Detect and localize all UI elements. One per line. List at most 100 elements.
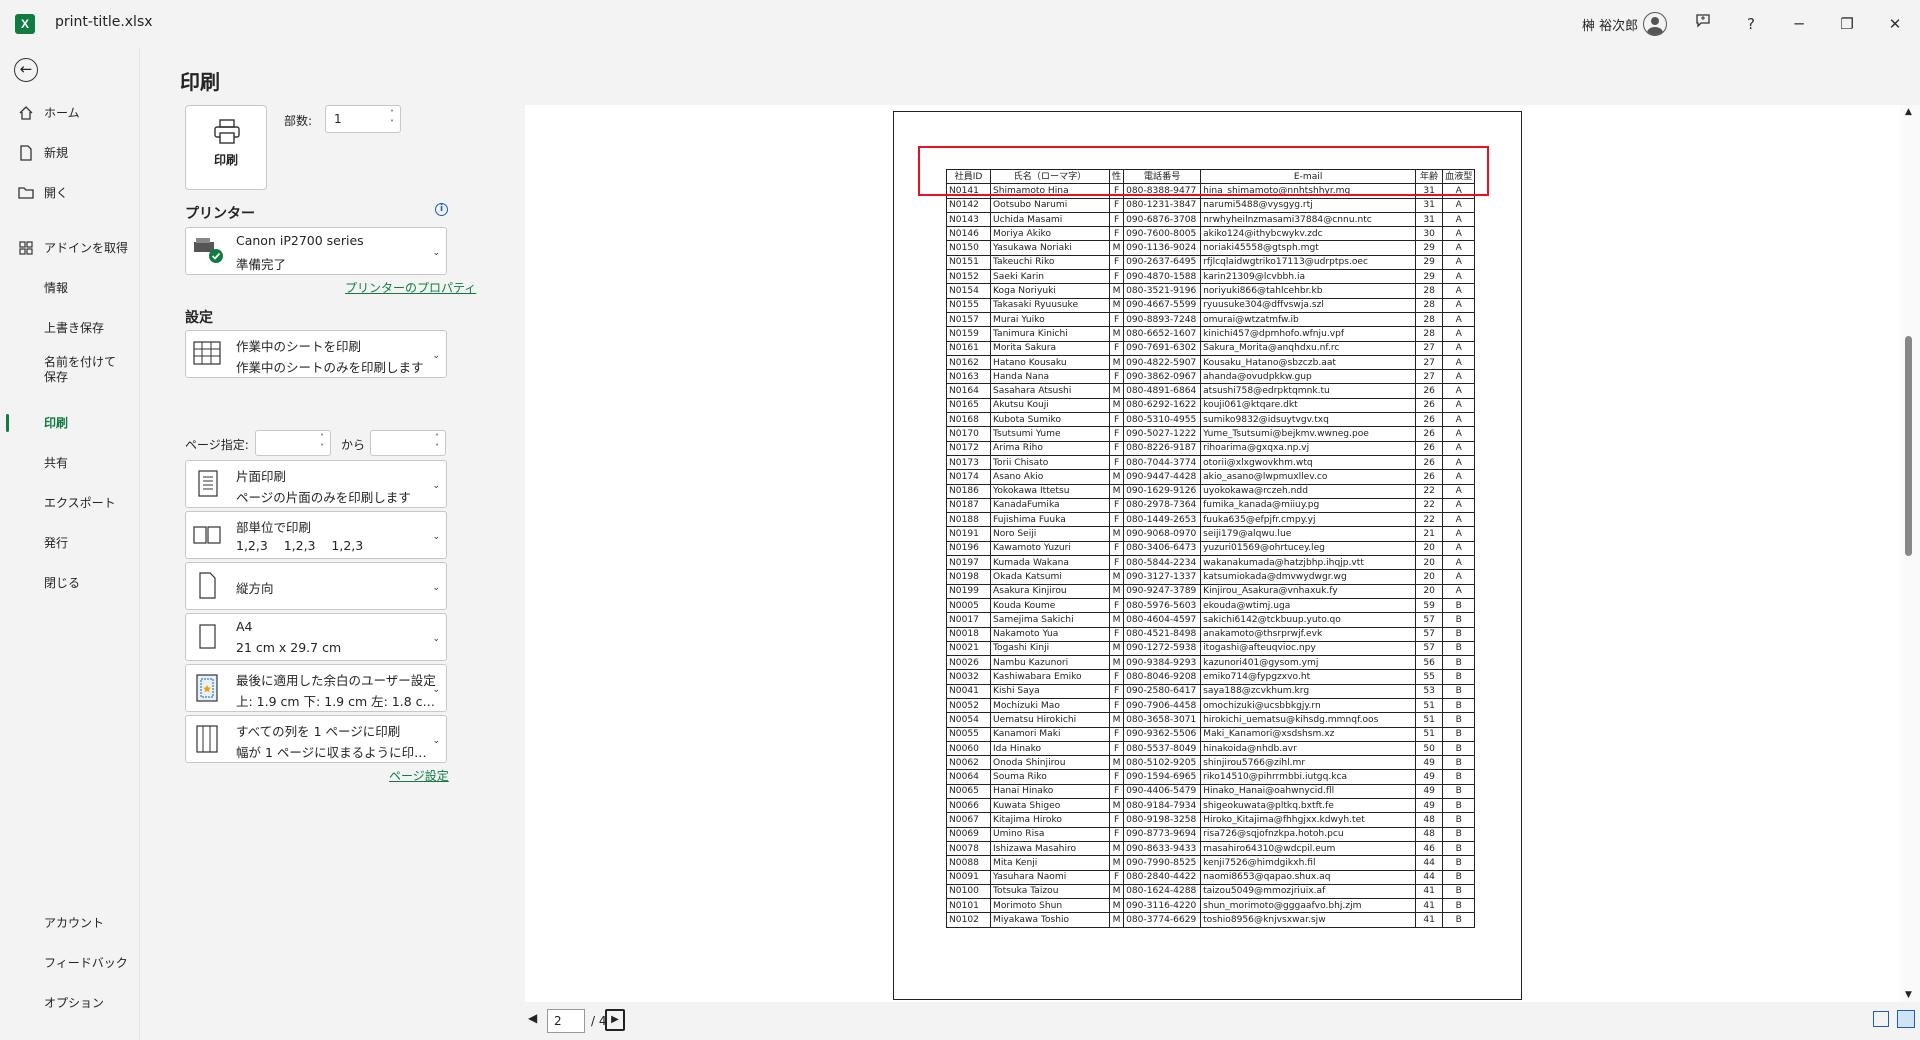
chevron-down-icon: ⌄ (432, 634, 440, 644)
minimize-icon[interactable]: ─ (1785, 10, 1813, 38)
employee-id-cell: N0159 (946, 326, 991, 342)
gender-cell: F (1108, 512, 1125, 528)
avatar[interactable] (1643, 12, 1667, 36)
phone-cell: 080-8046-9208 (1123, 669, 1202, 685)
nav-account[interactable]: アカウント (0, 908, 139, 938)
email-cell: naomi8653@qapao.shux.aq (1200, 869, 1417, 885)
next-page-icon[interactable]: ▶ (605, 1009, 625, 1031)
sides-dropdown[interactable]: 片面印刷 ページの片面のみを印刷します ⌄ (185, 460, 447, 508)
email-cell: rihoarima@gxqxa.np.vj (1200, 440, 1417, 456)
gender-cell: M (1108, 583, 1125, 599)
nav-home[interactable]: ホーム (0, 98, 139, 128)
printer-dropdown[interactable]: Canon iP2700 series 準備完了 ⌄ (185, 227, 447, 275)
name-cell: Uchida Masami (990, 211, 1110, 228)
scroll-up-icon[interactable]: ▲ (1905, 107, 1912, 117)
nav-open[interactable]: 開く (0, 178, 139, 208)
nav-options[interactable]: オプション (0, 988, 139, 1018)
email-cell: hinakoida@nhdb.avr (1200, 740, 1417, 757)
printer-properties-link[interactable]: プリンターのプロパティ (345, 279, 476, 296)
feedback-icon[interactable] (1689, 10, 1717, 38)
gender-cell: M (1108, 397, 1125, 414)
table-row: N0026 Nambu Kazunori M 090-9384-9293 kazunor… (946, 655, 1476, 671)
collation-title: 部単位で印刷 (236, 520, 312, 535)
phone-cell: 090-9447-4428 (1123, 469, 1202, 485)
age-cell: 51 (1415, 712, 1444, 728)
nav-label: 印刷 (44, 416, 69, 430)
age-cell: 22 (1415, 497, 1444, 514)
employee-id-cell: N0199 (946, 583, 991, 599)
nav-label: 上書き保存 (44, 321, 105, 335)
nav-label: 新規 (44, 146, 69, 160)
chevron-up-icon[interactable]: ˄ (317, 433, 327, 443)
previous-page-icon[interactable]: ◀ (528, 1011, 537, 1025)
email-cell: Kousaku_Hatano@sbzczb.aat (1200, 354, 1417, 371)
scaling-dropdown[interactable]: すべての列を 1 ページに印刷 幅が 1 ページに収まるように印刷イメージを縮小… (185, 715, 447, 763)
blood-type-cell: A (1442, 326, 1476, 342)
nav-save[interactable]: 上書き保存 (0, 313, 139, 343)
blood-type-cell: A (1442, 369, 1476, 385)
page-number-input[interactable]: 2 (547, 1009, 585, 1033)
nav-get-addins[interactable]: アドインを取得 (0, 233, 139, 263)
user-name[interactable]: 榊 裕次郎 (1582, 15, 1638, 34)
preview-scrollbar[interactable]: ▲ ▼ (1900, 105, 1920, 1002)
nav-save-as[interactable]: 名前を付けて保存 (0, 355, 126, 389)
employee-id-cell: N0172 (946, 440, 991, 456)
phone-cell: 080-1624-4288 (1123, 883, 1202, 900)
email-cell: sumiko9832@idsuytvgv.txq (1200, 412, 1417, 428)
print-what-dropdown[interactable]: 作業中のシートを印刷 作業中のシートのみを印刷します ⌄ (185, 330, 447, 378)
pages-to-input[interactable]: ˄ ˅ (370, 430, 446, 456)
nav-new[interactable]: 新規 (0, 138, 139, 168)
chevron-down-icon[interactable]: ˅ (432, 443, 442, 453)
file-title: print-title.xlsx (55, 14, 153, 30)
chevron-up-icon[interactable]: ˄ (432, 433, 442, 443)
scroll-thumb[interactable] (1905, 336, 1912, 556)
table-row: N0146 Moriya Akiko F 090-7600-8005 akiko124@… (946, 226, 1476, 242)
age-cell: 30 (1415, 226, 1444, 242)
phone-cell: 080-3406-6473 (1123, 540, 1202, 557)
pages-from-input[interactable]: ˄ ˅ (255, 430, 331, 456)
nav-export[interactable]: エクスポート (0, 488, 139, 518)
chevron-down-icon[interactable]: ˅ (387, 119, 397, 129)
paper-size-dropdown[interactable]: A4 21 cm x 29.7 cm ⌄ (185, 613, 447, 661)
age-cell: 27 (1415, 369, 1444, 385)
nav-info[interactable]: 情報 (0, 273, 139, 303)
blood-type-cell: A (1442, 583, 1476, 599)
orientation-dropdown[interactable]: 縦方向 ⌄ (185, 562, 447, 610)
email-cell: sakichi6142@tckbuup.yuto.qo (1200, 612, 1417, 628)
phone-cell: 090-9068-0970 (1123, 526, 1202, 542)
employee-id-cell: N0060 (946, 740, 991, 757)
name-cell: Yasukawa Noriaki (990, 240, 1110, 256)
show-margins-icon[interactable] (1873, 1011, 1889, 1027)
fit-columns-icon (192, 724, 222, 754)
zoom-to-page-icon[interactable] (1897, 1010, 1915, 1028)
blood-type-cell: A (1442, 211, 1476, 228)
collation-dropdown[interactable]: 部単位で印刷 1,2,3 1,2,3 1,2,3 ⌄ (185, 511, 447, 559)
close-icon[interactable]: ✕ (1881, 10, 1909, 38)
name-cell: Takeuchi Riko (990, 254, 1110, 271)
blood-type-cell: B (1442, 683, 1476, 699)
nav-share[interactable]: 共有 (0, 448, 139, 478)
margins-dropdown[interactable]: 最後に適用した余白のユーザー設定 上: 1.9 cm 下: 1.9 cm 左: … (185, 664, 447, 712)
copies-stepper[interactable]: 1 ˄ ˅ (325, 105, 401, 133)
employee-id-cell: N0069 (946, 826, 991, 842)
nav-close[interactable]: 閉じる (0, 568, 139, 598)
chevron-up-icon[interactable]: ˄ (387, 109, 397, 119)
nav-feedback[interactable]: フィードバック (0, 948, 139, 978)
chevron-down-icon[interactable]: ˅ (317, 443, 327, 453)
excel-icon: X (15, 14, 35, 34)
page-setup-link[interactable]: ページ設定 (389, 767, 449, 784)
blood-type-cell: A (1442, 297, 1476, 313)
age-cell: 28 (1415, 326, 1444, 342)
scroll-down-icon[interactable]: ▼ (1905, 990, 1912, 1000)
nav-print[interactable]: 印刷 (0, 408, 139, 438)
back-button[interactable]: ← (14, 58, 38, 82)
employee-id-cell: N0188 (946, 512, 991, 528)
print-button[interactable]: 印刷 (185, 105, 267, 190)
email-cell: ekouda@wtimj.uga (1200, 597, 1417, 614)
restore-icon[interactable]: ❐ (1833, 10, 1861, 38)
nav-publish[interactable]: 発行 (0, 528, 139, 558)
email-cell: emiko714@fypgzxvo.ht (1200, 669, 1417, 685)
help-icon[interactable]: ? (1737, 10, 1765, 38)
info-icon[interactable]: i (435, 203, 448, 216)
new-file-icon (18, 145, 34, 161)
